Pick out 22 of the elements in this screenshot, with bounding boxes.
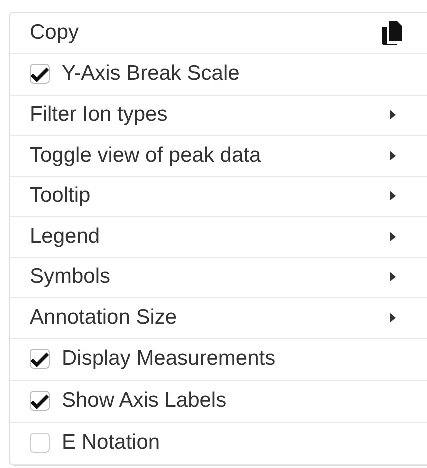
caret-icon <box>390 110 396 120</box>
submenu-item[interactable]: Filter Ion types <box>10 96 427 136</box>
caret-icon <box>390 272 396 282</box>
submenu-item[interactable]: Legend <box>10 217 427 258</box>
submenu-item[interactable]: Symbols <box>10 258 427 298</box>
menu-item[interactable]: Copy <box>10 13 427 54</box>
caret-icon <box>390 191 396 202</box>
checkbox[interactable] <box>30 433 50 453</box>
checkbox[interactable] <box>30 349 50 369</box>
submenu-item[interactable]: Toggle view of peak data <box>10 136 427 176</box>
checkbox[interactable] <box>30 391 50 411</box>
copy-icon <box>382 20 402 45</box>
submenu-item[interactable]: Tooltip <box>10 176 427 217</box>
menu-checkbox-item[interactable]: Show Axis Labels <box>10 380 427 422</box>
checkbox[interactable] <box>30 64 50 84</box>
menu-checkbox-item[interactable]: Display Measurements <box>10 338 427 380</box>
caret-icon <box>390 232 396 242</box>
caret-icon <box>390 150 396 161</box>
menu-checkbox-item[interactable]: E Notation <box>10 422 427 464</box>
menu-checkbox-item[interactable]: Y-Axis Break Scale <box>10 54 427 96</box>
submenu-item[interactable]: Annotation Size <box>10 298 427 338</box>
caret-icon <box>390 312 396 323</box>
